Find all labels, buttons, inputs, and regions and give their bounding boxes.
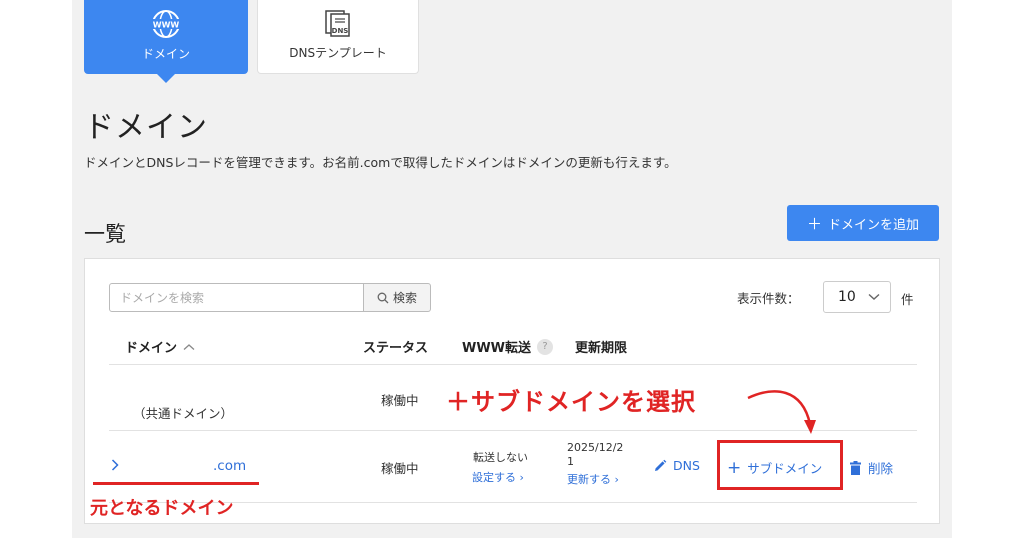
row-1-status: 稼働中 xyxy=(381,393,419,408)
header-status: ステータス xyxy=(363,337,428,356)
search-icon xyxy=(377,292,389,303)
delete-label: 削除 xyxy=(868,461,894,476)
header-expiry: 更新期限 xyxy=(575,337,627,356)
search-button-label: 検索 xyxy=(392,291,417,305)
header-domain[interactable]: ドメイン xyxy=(125,337,195,356)
annotation-highlight-box xyxy=(717,440,843,490)
row-2-status: 稼働中 xyxy=(381,461,419,476)
per-page-unit: 件 xyxy=(901,292,914,307)
header-domain-label: ドメイン xyxy=(125,341,178,356)
svg-text:DNS: DNS xyxy=(332,27,349,35)
row-2-www-setting-link[interactable]: 設定する › xyxy=(472,469,524,485)
sort-chevron-up-icon xyxy=(183,343,195,350)
plus-icon: ＋ xyxy=(806,214,822,233)
delete-button[interactable]: 削除 xyxy=(850,458,893,477)
row-2-renew-link[interactable]: 更新する › xyxy=(567,471,619,487)
row-2-expiry-date-wrap: 1 xyxy=(567,455,574,468)
divider xyxy=(109,364,917,365)
per-page-select[interactable]: 10 xyxy=(823,281,891,313)
search-input[interactable]: ドメインを検索 xyxy=(109,283,365,312)
header-expiry-label: 更新期限 xyxy=(575,341,628,356)
row-2-domain[interactable]: .com xyxy=(213,458,246,474)
page-description: ドメインとDNSレコードを管理できます。お名前.comで取得したドメインはドメイ… xyxy=(84,155,677,170)
header-www: WWW転送 ? xyxy=(462,337,554,356)
help-icon[interactable]: ? xyxy=(537,338,554,355)
tab-domain[interactable]: WWW ドメイン xyxy=(84,0,248,83)
header-status-label: ステータス xyxy=(363,341,429,356)
tab-dns-template-label: DNSテンプレート xyxy=(289,46,387,60)
annotation-select-subdomain: ＋サブドメインを選択 xyxy=(446,388,696,416)
row-2-expand[interactable] xyxy=(111,459,119,474)
page-title: ドメイン xyxy=(84,110,208,145)
annotation-arrow-icon xyxy=(747,390,816,434)
annotation-original-domain: 元となるドメイン xyxy=(90,498,234,519)
pencil-icon xyxy=(655,459,667,471)
per-page-value: 10 xyxy=(838,289,856,305)
header-www-label: WWW転送 xyxy=(462,341,532,356)
svg-text:WWW: WWW xyxy=(153,21,180,30)
dns-document-icon: DNS xyxy=(323,8,353,38)
tab-domain-label: ドメイン xyxy=(141,47,190,61)
row-2-expiry-date: 2025/12/2 xyxy=(567,441,624,454)
add-domain-button-label: ドメインを追加 xyxy=(828,217,920,233)
annotation-underline xyxy=(93,482,259,485)
section-title: 一覧 xyxy=(84,222,126,246)
globe-www-icon: WWW xyxy=(151,9,181,39)
per-page-label: 表示件数： xyxy=(737,291,800,306)
add-domain-button[interactable]: ＋ ドメインを追加 xyxy=(787,205,939,241)
chevron-right-icon xyxy=(111,459,119,471)
row-1-domain: （共通ドメイン） xyxy=(133,406,234,421)
trash-icon xyxy=(850,460,861,475)
dns-button[interactable]: DNS xyxy=(653,458,700,473)
chevron-down-icon xyxy=(868,293,880,300)
search-button[interactable]: 検索 xyxy=(363,283,431,312)
tab-dns-template[interactable]: DNS DNSテンプレート xyxy=(257,0,419,74)
row-2-www-state: 転送しない xyxy=(473,451,528,464)
dns-button-label: DNS xyxy=(673,458,700,473)
